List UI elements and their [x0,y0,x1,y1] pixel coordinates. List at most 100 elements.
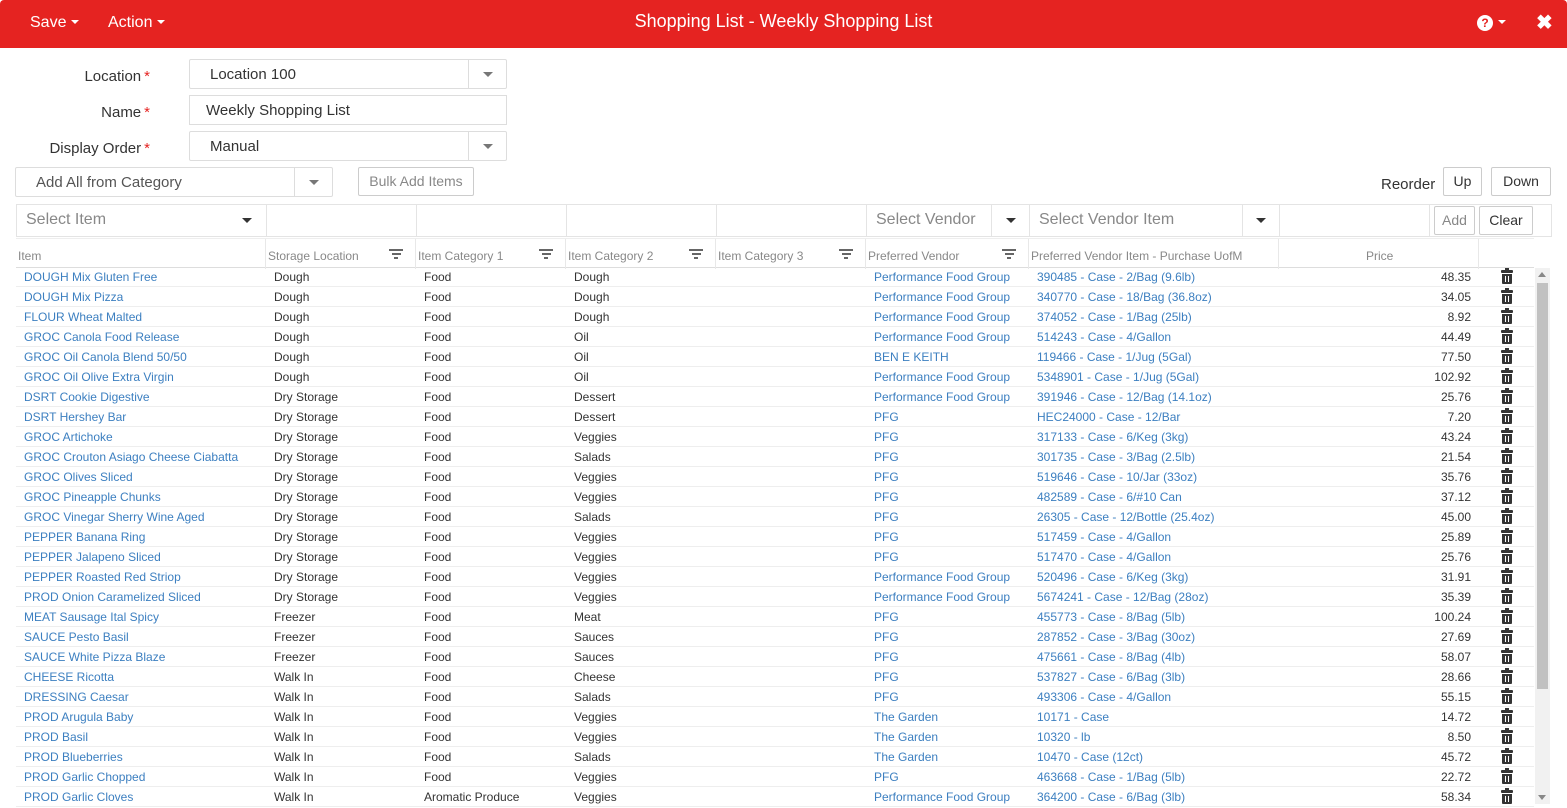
column-header-category3[interactable]: Item Category 3 [716,239,866,269]
preferred-vendor-link[interactable]: Performance Food Group [874,790,1010,804]
close-icon[interactable]: ✖ [1536,10,1553,35]
trash-icon[interactable] [1501,328,1513,344]
preferred-vendor-link[interactable]: Performance Food Group [874,310,1010,324]
item-link[interactable]: DSRT Hershey Bar [24,410,126,424]
item-link[interactable]: GROC Artichoke [24,430,113,444]
trash-icon[interactable] [1501,348,1513,364]
trash-icon[interactable] [1501,548,1513,564]
trash-icon[interactable] [1501,628,1513,644]
vendor-item-link[interactable]: 537827 - Case - 6/Bag (3lb) [1037,670,1185,684]
scroll-thumb[interactable] [1537,283,1548,689]
item-link[interactable]: DOUGH Mix Gluten Free [24,270,157,284]
price-input[interactable] [1280,205,1430,236]
clear-button[interactable]: Clear [1479,206,1533,235]
item-link[interactable]: GROC Olives Sliced [24,470,133,484]
preferred-vendor-link[interactable]: BEN E KEITH [874,350,949,364]
filter-icon[interactable] [539,249,553,259]
preferred-vendor-link[interactable]: PFG [874,510,899,524]
preferred-vendor-link[interactable]: PFG [874,650,899,664]
column-header-category2[interactable]: Item Category 2 [566,239,716,269]
category1-filter-input[interactable] [417,205,567,236]
trash-icon[interactable] [1501,768,1513,784]
trash-icon[interactable] [1501,668,1513,684]
preferred-vendor-link[interactable]: PFG [874,430,899,444]
column-header-storage[interactable]: Storage Location [266,239,416,269]
add-all-category-select[interactable]: Add All from Category [15,167,333,197]
chevron-down-icon[interactable] [294,168,332,196]
category3-filter-input[interactable] [717,205,867,236]
vendor-item-link[interactable]: 26305 - Case - 12/Bottle (25.4oz) [1037,510,1214,524]
trash-icon[interactable] [1501,448,1513,464]
preferred-vendor-link[interactable]: The Garden [874,750,938,764]
column-header-item[interactable]: Item [16,239,266,269]
column-header-category1[interactable]: Item Category 1 [416,239,566,269]
scroll-up-icon[interactable] [1538,272,1546,277]
vendor-item-link[interactable]: 10470 - Case (12ct) [1037,750,1143,764]
trash-icon[interactable] [1501,788,1513,804]
item-link[interactable]: PROD Garlic Cloves [24,790,133,804]
trash-icon[interactable] [1501,568,1513,584]
preferred-vendor-link[interactable]: The Garden [874,710,938,724]
vendor-item-link[interactable]: 5674241 - Case - 12/Bag (28oz) [1037,590,1208,604]
preferred-vendor-link[interactable]: PFG [874,410,899,424]
trash-icon[interactable] [1501,528,1513,544]
item-link[interactable]: PEPPER Banana Ring [24,530,145,544]
vendor-item-link[interactable]: 517459 - Case - 4/Gallon [1037,530,1171,544]
vendor-item-link[interactable]: 475661 - Case - 8/Bag (4lb) [1037,650,1185,664]
preferred-vendor-link[interactable]: PFG [874,610,899,624]
vendor-item-link[interactable]: 317133 - Case - 6/Keg (3kg) [1037,430,1188,444]
trash-icon[interactable] [1501,748,1513,764]
vendor-item-link[interactable]: 364200 - Case - 6/Bag (3lb) [1037,790,1185,804]
preferred-vendor-link[interactable]: Performance Food Group [874,570,1010,584]
filter-icon[interactable] [389,249,403,259]
trash-icon[interactable] [1501,648,1513,664]
vendor-item-link[interactable]: 301735 - Case - 3/Bag (2.5lb) [1037,450,1195,464]
preferred-vendor-link[interactable]: Performance Food Group [874,330,1010,344]
vendor-item-link[interactable]: 10171 - Case [1037,710,1109,724]
item-link[interactable]: DRESSING Caesar [24,690,129,704]
item-link[interactable]: PROD Onion Caramelized Sliced [24,590,201,604]
chevron-down-icon[interactable] [468,132,506,160]
item-link[interactable]: PROD Arugula Baby [24,710,133,724]
trash-icon[interactable] [1501,728,1513,744]
move-down-button[interactable]: Down [1491,167,1551,196]
select-vendor-dropdown[interactable]: Select Vendor [867,205,1030,236]
name-input[interactable] [189,95,507,125]
item-link[interactable]: DSRT Cookie Digestive [24,390,150,404]
preferred-vendor-link[interactable]: PFG [874,450,899,464]
vendor-item-link[interactable]: 463668 - Case - 1/Bag (5lb) [1037,770,1185,784]
vendor-item-link[interactable]: 374052 - Case - 1/Bag (25lb) [1037,310,1192,324]
item-link[interactable]: PROD Garlic Chopped [24,770,145,784]
item-link[interactable]: PEPPER Jalapeno Sliced [24,550,161,564]
trash-icon[interactable] [1501,308,1513,324]
trash-icon[interactable] [1501,688,1513,704]
preferred-vendor-link[interactable]: Performance Food Group [874,370,1010,384]
scroll-down-icon[interactable] [1538,795,1546,800]
vendor-item-link[interactable]: 340770 - Case - 18/Bag (36.8oz) [1037,290,1212,304]
item-link[interactable]: PEPPER Roasted Red Striop [24,570,181,584]
vendor-item-link[interactable]: 514243 - Case - 4/Gallon [1037,330,1171,344]
vendor-item-link[interactable]: 287852 - Case - 3/Bag (30oz) [1037,630,1195,644]
trash-icon[interactable] [1501,428,1513,444]
preferred-vendor-link[interactable]: Performance Food Group [874,590,1010,604]
vendor-item-link[interactable]: 390485 - Case - 2/Bag (9.6lb) [1037,270,1195,284]
item-link[interactable]: GROC Oil Canola Blend 50/50 [24,350,187,364]
trash-icon[interactable] [1501,288,1513,304]
vendor-item-link[interactable]: 391946 - Case - 12/Bag (14.1oz) [1037,390,1212,404]
preferred-vendor-link[interactable]: PFG [874,690,899,704]
item-link[interactable]: PROD Basil [24,730,88,744]
item-link[interactable]: GROC Vinegar Sherry Wine Aged [24,510,205,524]
column-header-vendor-item[interactable]: Preferred Vendor Item - Purchase UofM [1029,239,1279,269]
add-button[interactable]: Add [1434,206,1475,235]
column-header-vendor[interactable]: Preferred Vendor [866,239,1029,269]
category2-filter-input[interactable] [567,205,717,236]
item-link[interactable]: SAUCE Pesto Basil [24,630,129,644]
preferred-vendor-link[interactable]: PFG [874,490,899,504]
preferred-vendor-link[interactable]: PFG [874,770,899,784]
trash-icon[interactable] [1501,588,1513,604]
trash-icon[interactable] [1501,268,1513,284]
item-link[interactable]: FLOUR Wheat Malted [24,310,142,324]
vendor-item-link[interactable]: 519646 - Case - 10/Jar (33oz) [1037,470,1197,484]
bulk-add-items-button[interactable]: Bulk Add Items [358,167,474,196]
table-scrollbar[interactable] [1535,268,1550,804]
